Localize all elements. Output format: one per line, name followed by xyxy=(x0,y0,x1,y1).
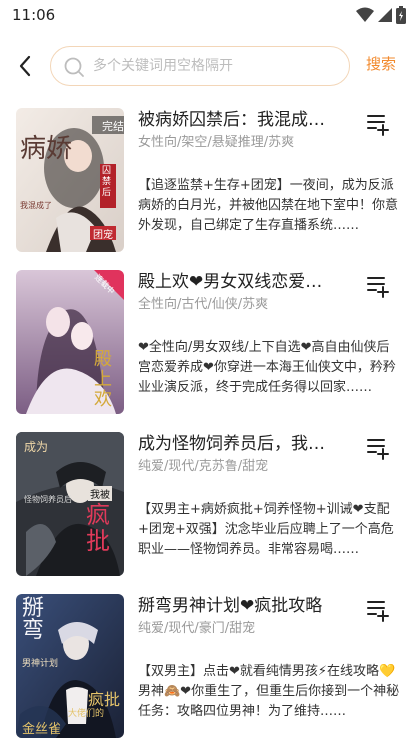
book-cover[interactable]: 完结 病娇 囚禁后 团宠 我混成了 xyxy=(16,108,124,252)
book-description: 【双男主+病娇疯批+饲养怪物+训诫❤支配+团宠+双强】沈念毕业后应聘上了一个高危… xyxy=(138,502,394,557)
cover-emphasis-text: 疯批 xyxy=(86,501,110,555)
cover-small-text: 我被 xyxy=(88,486,112,501)
cover-subtitle-text: 怪物饲养员后 xyxy=(24,495,72,504)
add-to-shelf-button[interactable] xyxy=(364,110,390,136)
wifi-icon xyxy=(356,7,374,23)
book-cover[interactable]: 成为 怪物饲养员后 我被 疯批 xyxy=(16,432,124,576)
add-to-shelf-button[interactable] xyxy=(364,596,390,622)
search-row: 搜索 xyxy=(0,44,416,88)
cover-title-text: 成为 xyxy=(24,440,49,454)
add-list-icon xyxy=(364,277,390,302)
add-list-icon xyxy=(364,115,390,140)
list-item[interactable]: 掰弯 男神计划 疯批 大佬们的 金丝雀 掰弯男神计划❤疯批攻略 纯爱/现代/豪门… xyxy=(0,590,416,740)
status-badge: 完结 xyxy=(102,120,124,133)
cover-title-text: 殿上欢 xyxy=(94,349,112,410)
search-button[interactable]: 搜索 xyxy=(366,53,396,74)
add-to-shelf-button[interactable] xyxy=(364,434,390,460)
chevron-left-icon xyxy=(12,55,40,84)
search-box[interactable] xyxy=(50,46,350,86)
status-time: 11:06 xyxy=(12,6,56,24)
cover-small-text: 大佬们的 xyxy=(68,709,105,719)
list-item[interactable]: 完结 病娇 囚禁后 团宠 我混成了 被病娇囚禁后：我混成了团宠 女性向/架空/悬… xyxy=(0,104,416,254)
add-to-shelf-button[interactable] xyxy=(364,272,390,298)
book-title[interactable]: 被病娇囚禁后：我混成了团宠 xyxy=(138,108,338,132)
list-item[interactable]: 连载中 殿上欢 殿上欢❤男女双线恋爱养成 全性向/古代/仙侠/苏爽 ❤全性向/男… xyxy=(0,266,416,416)
search-input[interactable] xyxy=(93,47,343,84)
book-tags: 纯爱/现代/豪门/甜宠 xyxy=(138,621,256,636)
book-title[interactable]: 成为怪物饲养员后，我被疯批包围了 xyxy=(138,432,338,456)
book-description: 【双男主】点击❤就看纯情男孩⚡在线攻略💛男神🙈❤你重生了，但重生后你接到一个神秘… xyxy=(138,664,400,719)
signal-icon xyxy=(377,7,393,23)
list-item[interactable]: 成为 怪物饲养员后 我被 疯批 成为怪物饲养员后，我被疯批包围了 纯爱/现代/克… xyxy=(0,428,416,578)
book-title[interactable]: 殿上欢❤男女双线恋爱养成 xyxy=(138,270,338,294)
book-tags: 全性向/古代/仙侠/苏爽 xyxy=(138,297,269,312)
status-bar: 11:06 xyxy=(0,0,416,30)
add-list-icon xyxy=(364,439,390,464)
book-tags: 纯爱/现代/克苏鲁/甜宠 xyxy=(138,459,269,474)
cover-small-text: 我混成了 xyxy=(20,201,52,210)
back-button[interactable] xyxy=(12,52,40,80)
book-cover[interactable]: 连载中 殿上欢 xyxy=(16,270,124,414)
book-title[interactable]: 掰弯男神计划❤疯批攻略 xyxy=(138,594,338,618)
book-description: 【追逐监禁+生存+团宠】一夜间，成为反派病娇的白月光，并被他囚禁在地下室中！你意… xyxy=(138,178,399,233)
cover-title-text: 病娇 xyxy=(20,134,73,164)
add-list-icon xyxy=(364,601,390,626)
battery-icon xyxy=(396,6,406,24)
cover-tag-text: 团宠 xyxy=(93,230,113,241)
book-description: ❤全性向/男女双线/上下自选❤高自由仙侠后宫恋爱养成❤你穿进一本海王仙侠文中，矜… xyxy=(138,340,396,395)
book-cover[interactable]: 掰弯 男神计划 疯批 大佬们的 金丝雀 xyxy=(16,594,124,738)
status-icons xyxy=(356,6,406,24)
cover-tag-text: 金丝雀 xyxy=(22,722,62,737)
book-tags: 女性向/架空/悬疑推理/苏爽 xyxy=(138,135,295,150)
search-icon xyxy=(63,56,85,78)
cover-subtitle-text: 男神计划 xyxy=(22,659,59,669)
cover-subtitle-text: 囚禁后 xyxy=(102,166,112,198)
cover-title-text: 掰弯 xyxy=(22,596,45,643)
